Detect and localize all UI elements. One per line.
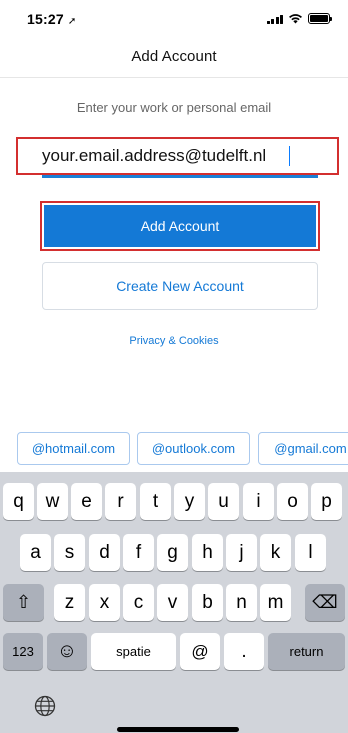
key-f[interactable]: f bbox=[123, 534, 154, 571]
key-x[interactable]: x bbox=[89, 584, 120, 621]
privacy-cookies-link[interactable]: Privacy & Cookies bbox=[0, 335, 348, 347]
cellular-signal-icon bbox=[266, 14, 283, 24]
email-field-underline bbox=[42, 175, 318, 178]
add-account-button[interactable]: Add Account bbox=[44, 205, 316, 247]
key-l[interactable]: l bbox=[295, 534, 326, 571]
key-r[interactable]: r bbox=[105, 483, 136, 520]
emoji-key-icon[interactable]: ☺ bbox=[47, 633, 87, 670]
key-g[interactable]: g bbox=[157, 534, 188, 571]
nav-header: Add Account bbox=[0, 36, 348, 78]
location-icon: ➚ bbox=[67, 16, 77, 27]
key-s[interactable]: s bbox=[54, 534, 85, 571]
key-m[interactable]: m bbox=[260, 584, 291, 621]
battery-level bbox=[310, 15, 328, 22]
on-screen-keyboard: q w e r t y u i o p a s d f g h j k l ⇧ … bbox=[0, 472, 348, 733]
globe-icon[interactable] bbox=[33, 694, 57, 718]
at-key[interactable]: @ bbox=[180, 633, 220, 670]
suggestion-hotmail-chip[interactable]: @hotmail.com bbox=[17, 432, 130, 465]
key-v[interactable]: v bbox=[157, 584, 188, 621]
key-u[interactable]: u bbox=[208, 483, 239, 520]
clock-text: 15:27 bbox=[27, 11, 64, 27]
numbers-key[interactable]: 123 bbox=[3, 633, 43, 670]
battery-icon bbox=[308, 13, 332, 24]
key-z[interactable]: z bbox=[54, 584, 85, 621]
home-indicator bbox=[117, 727, 239, 732]
text-cursor bbox=[289, 146, 290, 166]
wifi-icon bbox=[289, 14, 302, 24]
space-key[interactable]: spatie bbox=[91, 633, 176, 670]
key-k[interactable]: k bbox=[260, 534, 291, 571]
suggestion-gmail-chip[interactable]: @gmail.com bbox=[258, 432, 348, 465]
key-b[interactable]: b bbox=[192, 584, 223, 621]
delete-key-icon[interactable]: ⌫ bbox=[305, 584, 345, 621]
key-c[interactable]: c bbox=[123, 584, 154, 621]
email-prompt-label: Enter your work or personal email bbox=[76, 100, 272, 115]
status-bar: 15:27 ➚ bbox=[0, 0, 348, 36]
key-q[interactable]: q bbox=[3, 483, 34, 520]
key-t[interactable]: t bbox=[140, 483, 171, 520]
email-field-highlight bbox=[16, 137, 339, 175]
status-time: 15:27 ➚ bbox=[27, 11, 77, 27]
key-d[interactable]: d bbox=[89, 534, 120, 571]
key-a[interactable]: a bbox=[20, 534, 51, 571]
key-p[interactable]: p bbox=[311, 483, 342, 520]
return-key[interactable]: return bbox=[268, 633, 345, 670]
key-h[interactable]: h bbox=[192, 534, 223, 571]
shift-key-icon[interactable]: ⇧ bbox=[3, 584, 44, 621]
key-n[interactable]: n bbox=[226, 584, 257, 621]
create-new-account-button[interactable]: Create New Account bbox=[42, 262, 318, 310]
key-j[interactable]: j bbox=[226, 534, 257, 571]
page-title: Add Account bbox=[131, 48, 217, 65]
key-y[interactable]: y bbox=[174, 483, 205, 520]
email-domain-suggestions: @hotmail.com @outlook.com @gmail.com bbox=[0, 430, 348, 468]
key-o[interactable]: o bbox=[277, 483, 308, 520]
key-w[interactable]: w bbox=[37, 483, 68, 520]
suggestion-outlook-chip[interactable]: @outlook.com bbox=[137, 432, 250, 465]
globe-icon-glyph bbox=[34, 695, 56, 717]
key-e[interactable]: e bbox=[71, 483, 102, 520]
key-i[interactable]: i bbox=[243, 483, 274, 520]
add-account-button-highlight: Add Account bbox=[40, 201, 320, 251]
status-icons bbox=[266, 13, 332, 24]
dot-key[interactable]: . bbox=[224, 633, 264, 670]
